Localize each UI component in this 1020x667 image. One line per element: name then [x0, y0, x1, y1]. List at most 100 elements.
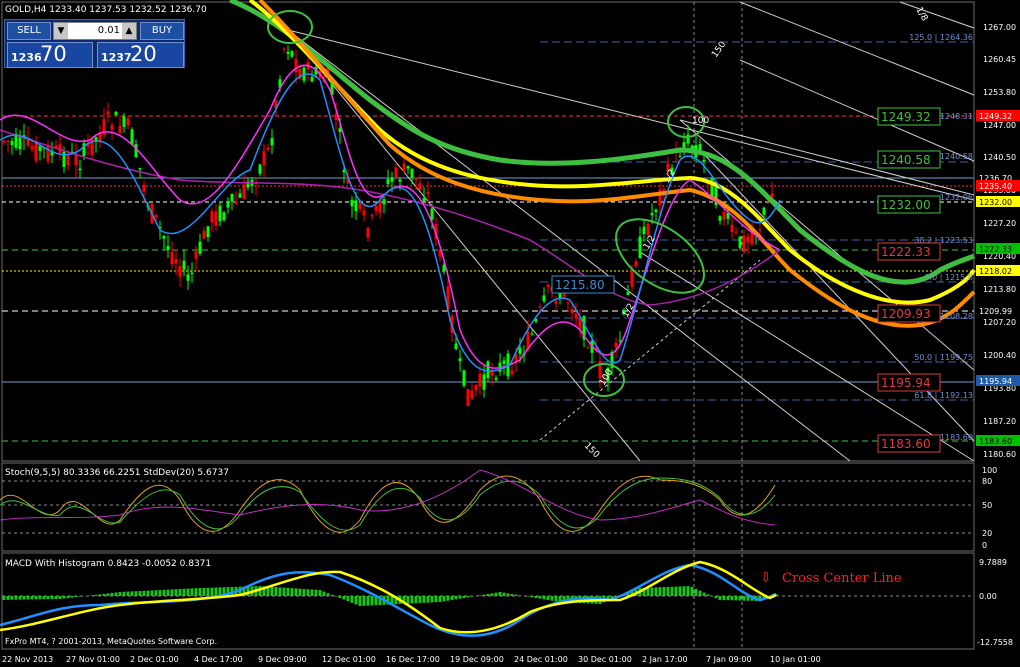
box-label-1232: 1232.00	[877, 195, 941, 214]
candle	[266, 144, 270, 152]
candle	[578, 308, 582, 338]
lot-size-input[interactable]: ▼ 0.01 ▲	[53, 22, 137, 40]
sell-price-pips: 70	[40, 42, 67, 66]
svg-text:1/8: 1/8	[913, 6, 929, 24]
candle	[94, 136, 98, 153]
macd-hist-bar	[370, 596, 374, 606]
price-tick-label: 1240.50	[983, 153, 1016, 162]
macd-hist-bar	[90, 595, 94, 596]
macd-hist-bar	[694, 588, 698, 596]
macd-hist-bar	[422, 596, 426, 603]
candle	[482, 363, 486, 398]
candle	[34, 135, 38, 164]
candle	[210, 208, 214, 232]
price-axis[interactable]: 1267.001260.451253.801247.001240.501233.…	[983, 23, 1016, 459]
candle	[746, 233, 750, 255]
macd-hist-bar	[450, 596, 454, 600]
macd-hist-bar	[118, 592, 122, 596]
box-label-1222: 1222.33	[877, 242, 941, 261]
svg-text:1222.33: 1222.33	[979, 245, 1012, 254]
lot-decrease-icon[interactable]: ▼	[54, 23, 68, 39]
macd-hist-bar	[154, 590, 158, 596]
box-label-1249: 1249.32	[877, 107, 941, 126]
macd-hist-bar	[350, 596, 354, 603]
svg-text:0.00: 0.00	[979, 592, 997, 601]
macd-hist-bar	[130, 591, 134, 596]
macd-hist-bar	[182, 588, 186, 596]
svg-text:20: 20	[982, 529, 992, 538]
candle	[546, 283, 550, 294]
macd-hist-bar	[706, 594, 710, 596]
candle	[642, 219, 646, 242]
sell-price-quote[interactable]: 1236 70	[7, 42, 93, 68]
macd-hist-bar	[58, 596, 62, 599]
stoch-scale: 100 80 50 20 0	[982, 466, 997, 550]
time-tick-label: 9 Dec 09:00	[258, 655, 307, 664]
macd-hist-bar	[166, 589, 170, 596]
candle	[366, 226, 370, 242]
macd-hist-bar	[442, 596, 446, 602]
candle	[474, 383, 478, 397]
buy-price-prefix: 1237	[101, 51, 132, 64]
lot-increase-icon[interactable]: ▲	[122, 23, 136, 39]
macd-hist-bar	[146, 590, 150, 596]
ma-yellow-band	[248, 0, 976, 305]
macd-hist-bar	[494, 592, 498, 596]
macd-hist-bar	[206, 587, 210, 596]
macd-hist-bar	[286, 587, 290, 596]
svg-text:1183.60: 1183.60	[940, 433, 973, 442]
svg-text:1209.99: 1209.99	[979, 307, 1012, 316]
macd-hist-bar	[438, 596, 442, 602]
svg-text:1249.32: 1249.32	[979, 112, 1012, 121]
macd-hist-bar	[426, 596, 430, 603]
macd-hist-bar	[738, 596, 742, 601]
candle	[202, 227, 206, 239]
macd-hist-bar	[734, 596, 738, 601]
candle	[14, 127, 18, 151]
macd-hist-bar	[726, 596, 730, 601]
lot-value[interactable]: 0.01	[98, 23, 120, 39]
buy-price-quote[interactable]: 1237 20	[97, 42, 184, 68]
macd-hist-bar	[486, 594, 490, 596]
macd-hist-bar	[554, 596, 558, 602]
candle	[130, 127, 134, 145]
candle	[214, 204, 218, 231]
macd-hist-bar	[142, 590, 146, 596]
macd-hist-bar	[670, 586, 674, 596]
sell-button[interactable]: SELL	[7, 22, 51, 40]
svg-text:1195.94: 1195.94	[979, 377, 1012, 386]
macd-hist-bar	[294, 588, 298, 596]
macd-hist-bar	[114, 592, 118, 596]
macd-hist-bar	[666, 586, 670, 596]
macd-hist-bar	[430, 596, 434, 603]
candle	[170, 241, 174, 270]
candle	[462, 369, 466, 388]
macd-hist-bar	[678, 586, 682, 596]
candle	[382, 194, 386, 214]
macd-hist-bar	[314, 589, 318, 596]
macd-hist-bar	[22, 596, 26, 600]
box-label-1183: 1183.60	[877, 434, 941, 453]
candle	[182, 249, 186, 277]
time-tick-label: 2 Dec 01:00	[130, 655, 179, 664]
macd-hist-bar	[178, 589, 182, 596]
candle	[582, 314, 586, 348]
macd-hist-bar	[534, 596, 538, 598]
stoch-main-line	[0, 475, 776, 533]
candle	[494, 375, 498, 382]
chart-window[interactable]: 1/8 150 100 1/2 1/2 1/2 100 150 125.0 | …	[0, 0, 1020, 667]
macd-hist-bar	[210, 587, 214, 596]
macd-hist-bar	[662, 587, 666, 596]
candle	[10, 137, 14, 155]
time-axis[interactable]: 22 Nov 2013 27 Nov 01:00 2 Dec 01:00 4 Dec …	[2, 655, 821, 664]
buy-button[interactable]: BUY	[140, 22, 184, 40]
macd-hist-bar	[282, 587, 286, 596]
svg-text:1235.40: 1235.40	[979, 182, 1012, 191]
main-price-panel[interactable]	[1, 1, 975, 462]
macd-hist-bar	[714, 596, 718, 599]
macd-hist-bar	[650, 587, 654, 596]
candle	[254, 178, 258, 196]
macd-hist-bar	[138, 591, 142, 596]
svg-text:1232.00: 1232.00	[979, 198, 1012, 207]
macd-hist-bar	[514, 594, 518, 596]
